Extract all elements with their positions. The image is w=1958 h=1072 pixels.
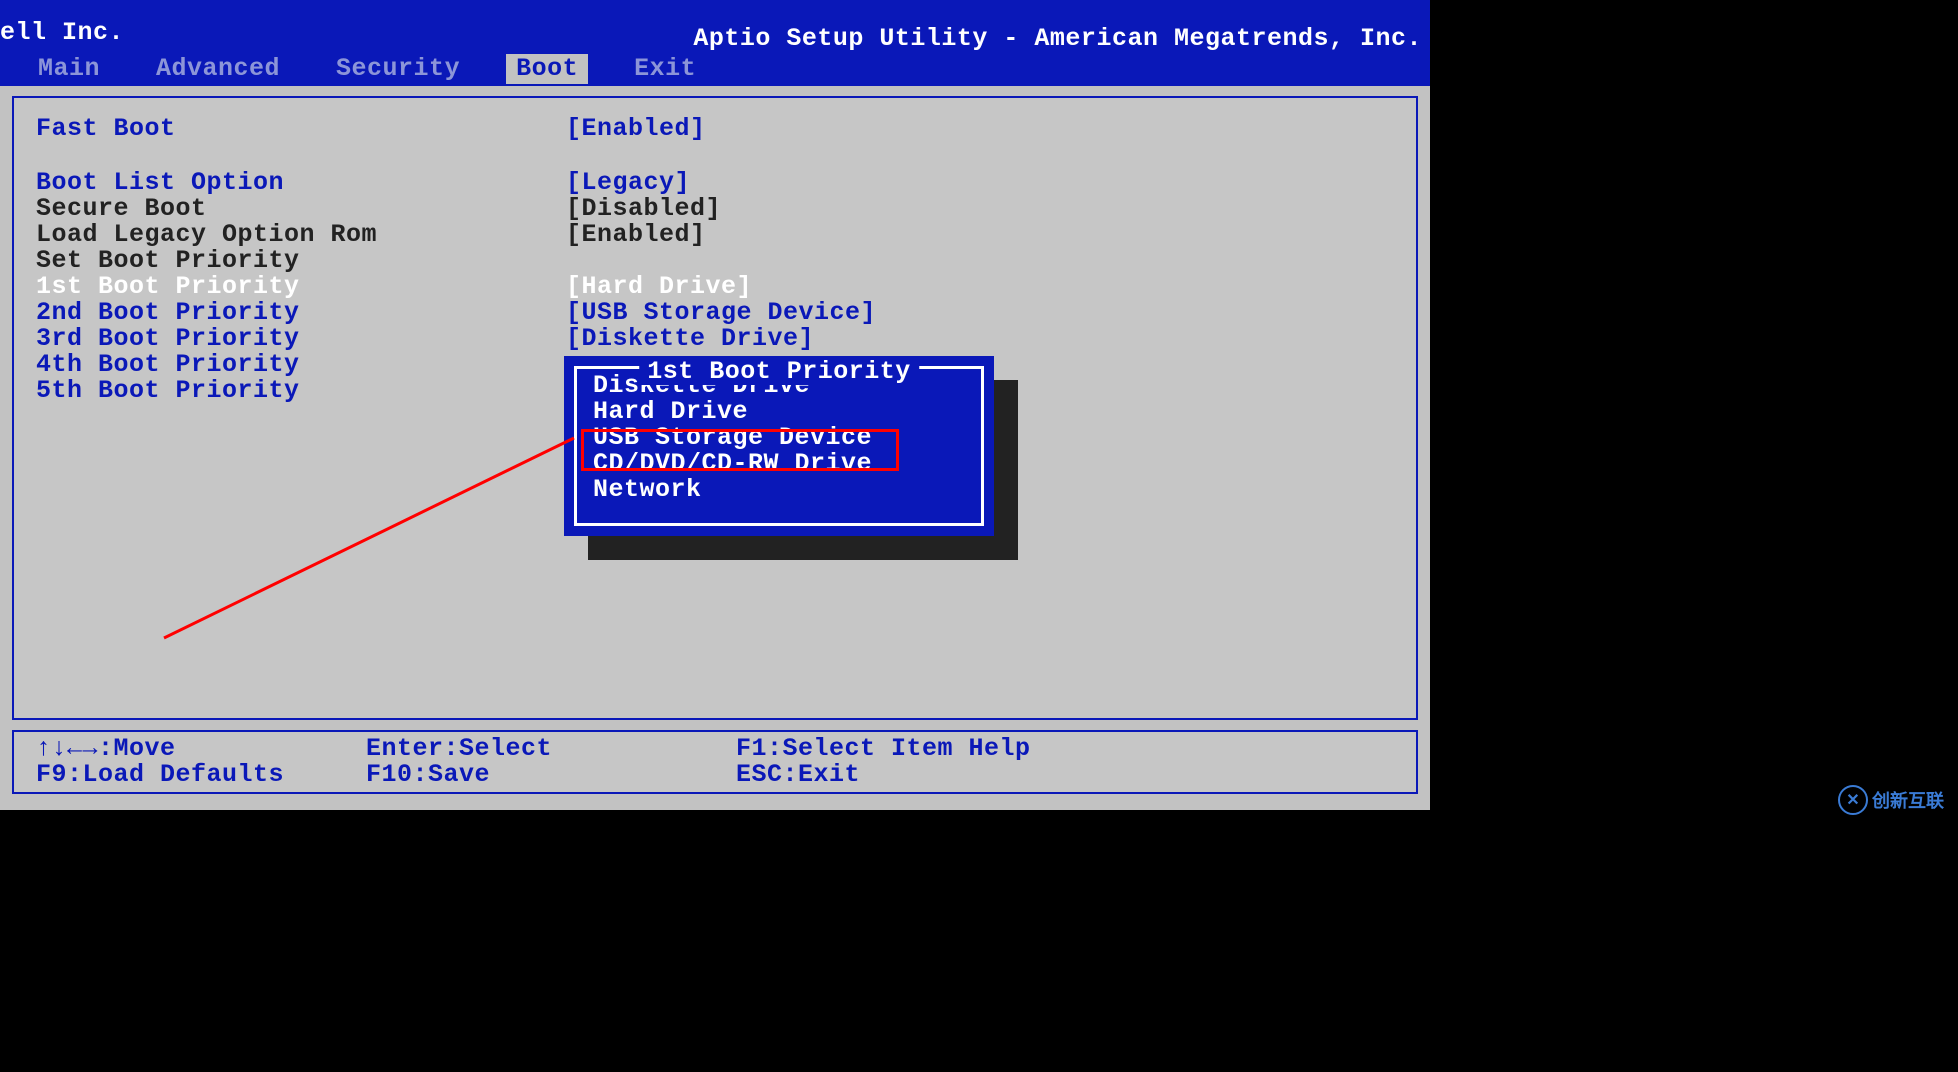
help-move: ↑↓←→:Move	[36, 736, 176, 762]
help-row-1: ↑↓←→:Move Enter:Select F1:Select Item He…	[36, 736, 1396, 762]
setting-3rd-boot-priority[interactable]: 3rd Boot Priority [Diskette Drive]	[36, 326, 1396, 352]
settings-panel: Fast Boot [Enabled] Boot List Option [Le…	[12, 96, 1418, 720]
setting-value: [Legacy]	[566, 170, 690, 196]
bios-screen: ell Inc. Aptio Setup Utility - American …	[0, 0, 1430, 810]
help-f1: F1:Select Item Help	[736, 736, 1031, 762]
tab-boot[interactable]: Boot	[506, 54, 588, 84]
popup-item-network[interactable]: Network	[593, 477, 965, 503]
setting-value: [Disabled]	[566, 196, 721, 222]
watermark-icon: ✕	[1838, 785, 1868, 815]
help-enter-select: Enter:Select	[366, 736, 552, 762]
watermark: ✕ 创新互联	[1838, 783, 1948, 817]
watermark-text: 创新互联	[1872, 787, 1944, 813]
setting-label: 1st Boot Priority	[36, 274, 300, 300]
setting-value: [Diskette Drive]	[566, 326, 814, 352]
setting-set-boot-priority: Set Boot Priority	[36, 248, 1396, 274]
screen: ell Inc. Aptio Setup Utility - American …	[0, 0, 1958, 1072]
setting-value: [USB Storage Device]	[566, 300, 876, 326]
setting-load-legacy-option-rom[interactable]: Load Legacy Option Rom [Enabled]	[36, 222, 1396, 248]
setting-label: 4th Boot Priority	[36, 352, 300, 378]
setting-boot-list-option[interactable]: Boot List Option [Legacy]	[36, 170, 1396, 196]
popup-title: 1st Boot Priority	[639, 359, 919, 385]
setting-label: Set Boot Priority	[36, 248, 300, 274]
tab-exit[interactable]: Exit	[624, 54, 706, 84]
popup-item-hard-drive[interactable]: Hard Drive	[593, 399, 965, 425]
setting-label: Load Legacy Option Rom	[36, 222, 377, 248]
setting-label: Boot List Option	[36, 170, 284, 196]
setting-value: [Enabled]	[566, 222, 706, 248]
setting-label: 5th Boot Priority	[36, 378, 300, 404]
help-bar: ↑↓←→:Move Enter:Select F1:Select Item He…	[12, 730, 1418, 794]
setting-label: Secure Boot	[36, 196, 207, 222]
tab-security[interactable]: Security	[326, 54, 470, 84]
popup-item-cd-dvd-drive[interactable]: CD/DVD/CD-RW Drive	[593, 451, 965, 477]
setting-label: 2nd Boot Priority	[36, 300, 300, 326]
boot-priority-popup: 1st Boot Priority Diskette Drive Hard Dr…	[564, 356, 994, 536]
setting-value: [Enabled]	[566, 116, 706, 142]
popup-inner: 1st Boot Priority Diskette Drive Hard Dr…	[574, 366, 984, 526]
setting-1st-boot-priority[interactable]: 1st Boot Priority [Hard Drive]	[36, 274, 1396, 300]
setting-fast-boot[interactable]: Fast Boot [Enabled]	[36, 116, 1396, 142]
bios-header: ell Inc. Aptio Setup Utility - American …	[0, 0, 1430, 86]
setting-value: [Hard Drive]	[566, 274, 752, 300]
help-f9: F9:Load Defaults	[36, 762, 284, 788]
setting-label: 3rd Boot Priority	[36, 326, 300, 352]
help-f10: F10:Save	[366, 762, 490, 788]
menu-tabs: Main Advanced Security Boot Exit	[28, 54, 706, 84]
vendor-label: ell Inc.	[0, 20, 124, 46]
utility-title: Aptio Setup Utility - American Megatrend…	[693, 26, 1422, 52]
popup-item-usb-storage-device[interactable]: USB Storage Device	[593, 425, 965, 451]
tab-main[interactable]: Main	[28, 54, 110, 84]
help-esc: ESC:Exit	[736, 762, 860, 788]
setting-label: Fast Boot	[36, 116, 176, 142]
help-row-2: F9:Load Defaults F10:Save ESC:Exit	[36, 762, 1396, 788]
setting-2nd-boot-priority[interactable]: 2nd Boot Priority [USB Storage Device]	[36, 300, 1396, 326]
setting-secure-boot[interactable]: Secure Boot [Disabled]	[36, 196, 1396, 222]
tab-advanced[interactable]: Advanced	[146, 54, 290, 84]
